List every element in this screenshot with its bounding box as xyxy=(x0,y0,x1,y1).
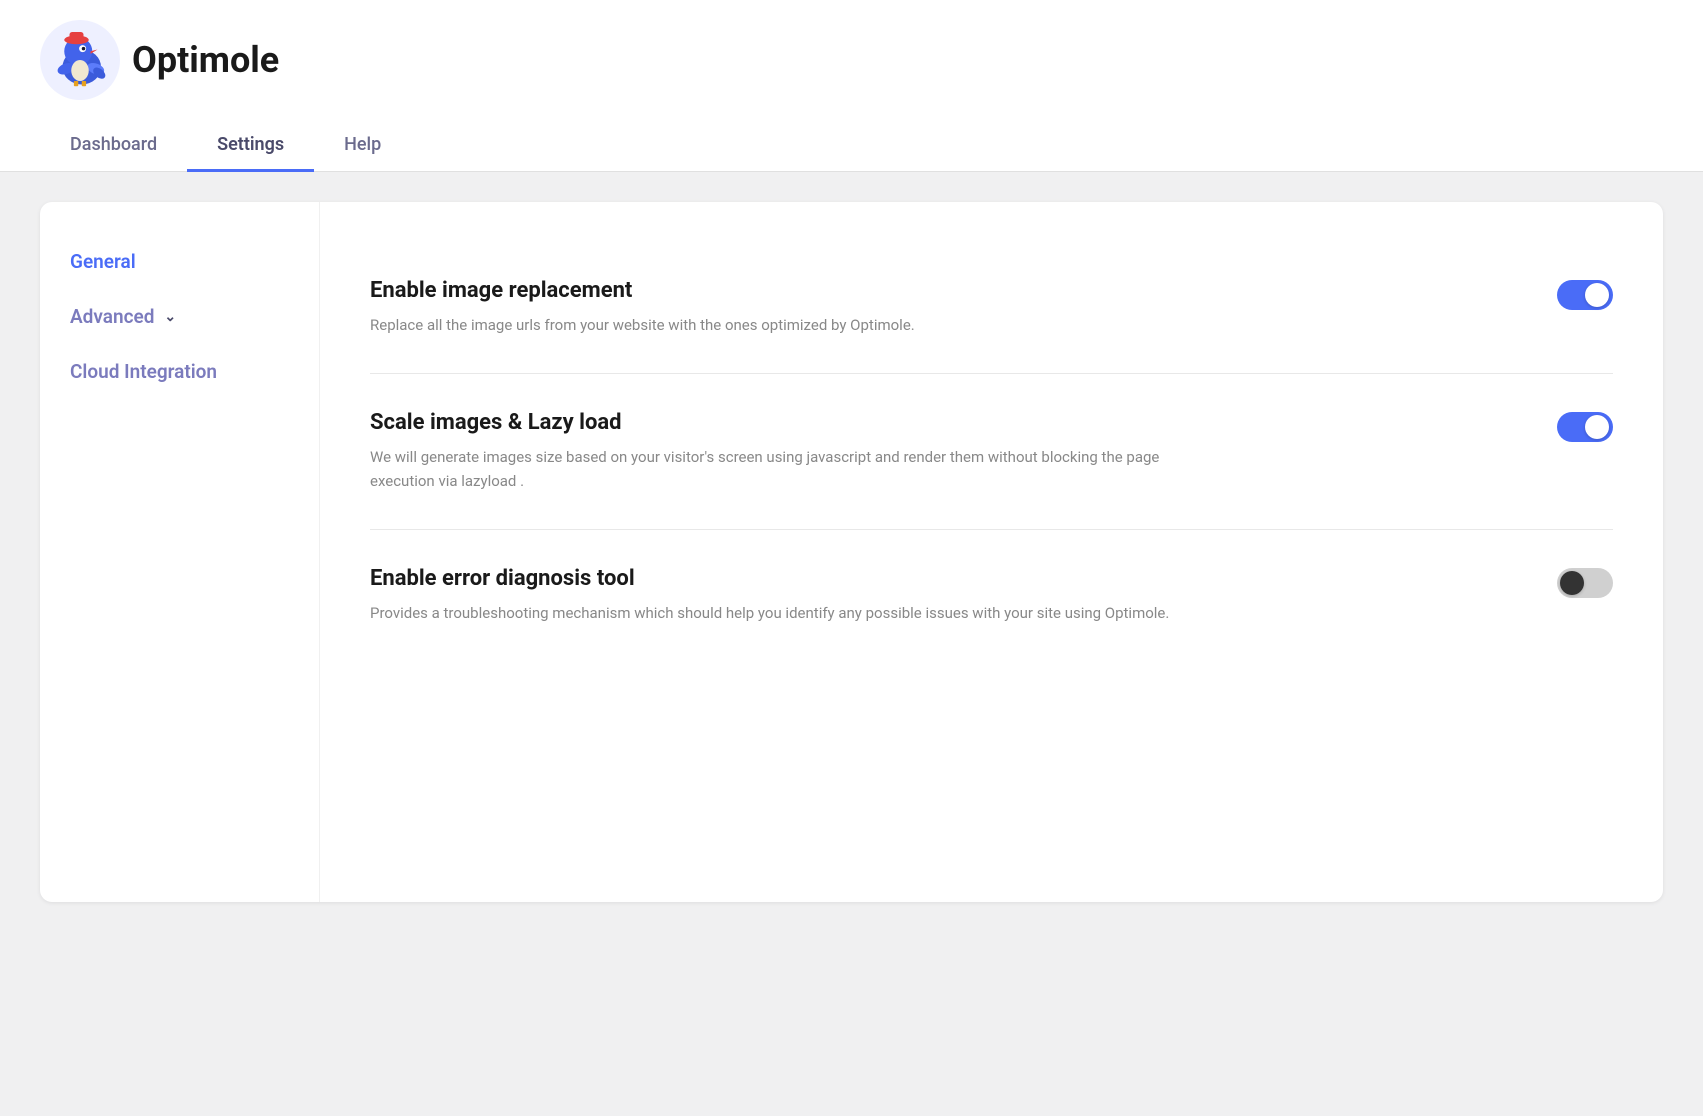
setting-desc-image-replacement: Replace all the image urls from your web… xyxy=(370,313,1190,337)
sidebar-item-general[interactable]: General xyxy=(70,242,289,281)
sidebar-item-advanced[interactable]: Advanced ⌄ xyxy=(70,297,289,336)
setting-title-scale-lazyload: Scale images & Lazy load xyxy=(370,410,1517,435)
setting-row-error-diagnosis: Enable error diagnosis tool Provides a t… xyxy=(370,530,1613,661)
main-tabs: Dashboard Settings Help xyxy=(40,120,1663,171)
logo-area: Optimole xyxy=(40,20,1663,120)
toggle-error-diagnosis[interactable] xyxy=(1557,568,1613,598)
app-logo xyxy=(40,20,120,100)
setting-desc-scale-lazyload: We will generate images size based on yo… xyxy=(370,445,1190,493)
toggle-scale-lazyload[interactable] xyxy=(1557,412,1613,442)
sidebar-label-cloud-integration: Cloud Integration xyxy=(70,360,217,383)
sidebar-item-cloud-integration[interactable]: Cloud Integration xyxy=(70,352,289,391)
header: Optimole Dashboard Settings Help xyxy=(0,0,1703,172)
toggle-image-replacement[interactable] xyxy=(1557,280,1613,310)
setting-text-scale-lazyload: Scale images & Lazy load We will generat… xyxy=(370,410,1517,493)
toggle-knob-scale-on xyxy=(1585,415,1609,439)
toggle-knob-on xyxy=(1585,283,1609,307)
setting-row-scale-lazyload: Scale images & Lazy load We will generat… xyxy=(370,374,1613,530)
setting-desc-error-diagnosis: Provides a troubleshooting mechanism whi… xyxy=(370,601,1190,625)
main-content: General Advanced ⌄ Cloud Integration Ena xyxy=(0,172,1703,932)
sidebar-label-advanced: Advanced xyxy=(70,305,154,328)
setting-text-error-diagnosis: Enable error diagnosis tool Provides a t… xyxy=(370,566,1517,625)
sidebar-label-general: General xyxy=(70,250,136,273)
chevron-down-icon: ⌄ xyxy=(164,309,176,325)
settings-sidebar: General Advanced ⌄ Cloud Integration xyxy=(40,202,320,902)
setting-title-image-replacement: Enable image replacement xyxy=(370,278,1517,303)
tab-dashboard[interactable]: Dashboard xyxy=(40,120,187,172)
tab-settings[interactable]: Settings xyxy=(187,120,314,172)
setting-text-image-replacement: Enable image replacement Replace all the… xyxy=(370,278,1517,337)
toggle-knob-error-off xyxy=(1560,571,1584,595)
setting-row-image-replacement: Enable image replacement Replace all the… xyxy=(370,242,1613,374)
settings-panel: General Advanced ⌄ Cloud Integration Ena xyxy=(40,202,1663,902)
tab-help[interactable]: Help xyxy=(314,120,411,172)
setting-title-error-diagnosis: Enable error diagnosis tool xyxy=(370,566,1517,591)
app-name: Optimole xyxy=(132,39,279,81)
settings-content: Enable image replacement Replace all the… xyxy=(320,202,1663,902)
